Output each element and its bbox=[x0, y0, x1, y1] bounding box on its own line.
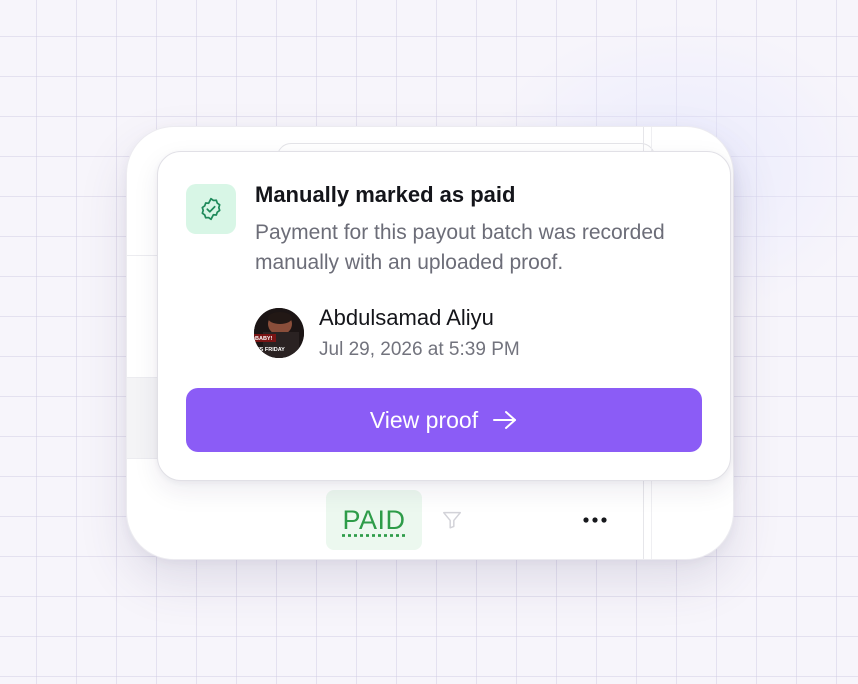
user-name: Abdulsamad Aliyu bbox=[319, 305, 494, 330]
manual-payment-popover: Manually marked as paid Payment for this… bbox=[157, 151, 731, 481]
popover-description: Payment for this payout batch was record… bbox=[255, 221, 665, 274]
arrow-right-icon bbox=[493, 411, 517, 429]
avatar-caption-bottom: T'S FRIDAY bbox=[255, 347, 285, 353]
filter-icon[interactable] bbox=[441, 509, 463, 531]
view-proof-button[interactable]: View proof bbox=[186, 388, 702, 452]
marked-paid-timestamp: Jul 29, 2026 at 5:39 PM bbox=[319, 339, 520, 360]
view-proof-label: View proof bbox=[369, 406, 479, 433]
verified-badge-check-icon bbox=[201, 197, 221, 221]
avatar-caption-top: BABY! bbox=[255, 336, 273, 342]
popover-title: Manually marked as paid bbox=[255, 182, 516, 207]
paid-status-text: PAID bbox=[342, 504, 406, 535]
more-horizontal-icon[interactable] bbox=[581, 515, 609, 525]
status-icon-container bbox=[186, 184, 236, 234]
paid-status-badge[interactable]: PAID bbox=[326, 490, 422, 550]
user-avatar: BABY! T'S FRIDAY bbox=[254, 308, 304, 358]
